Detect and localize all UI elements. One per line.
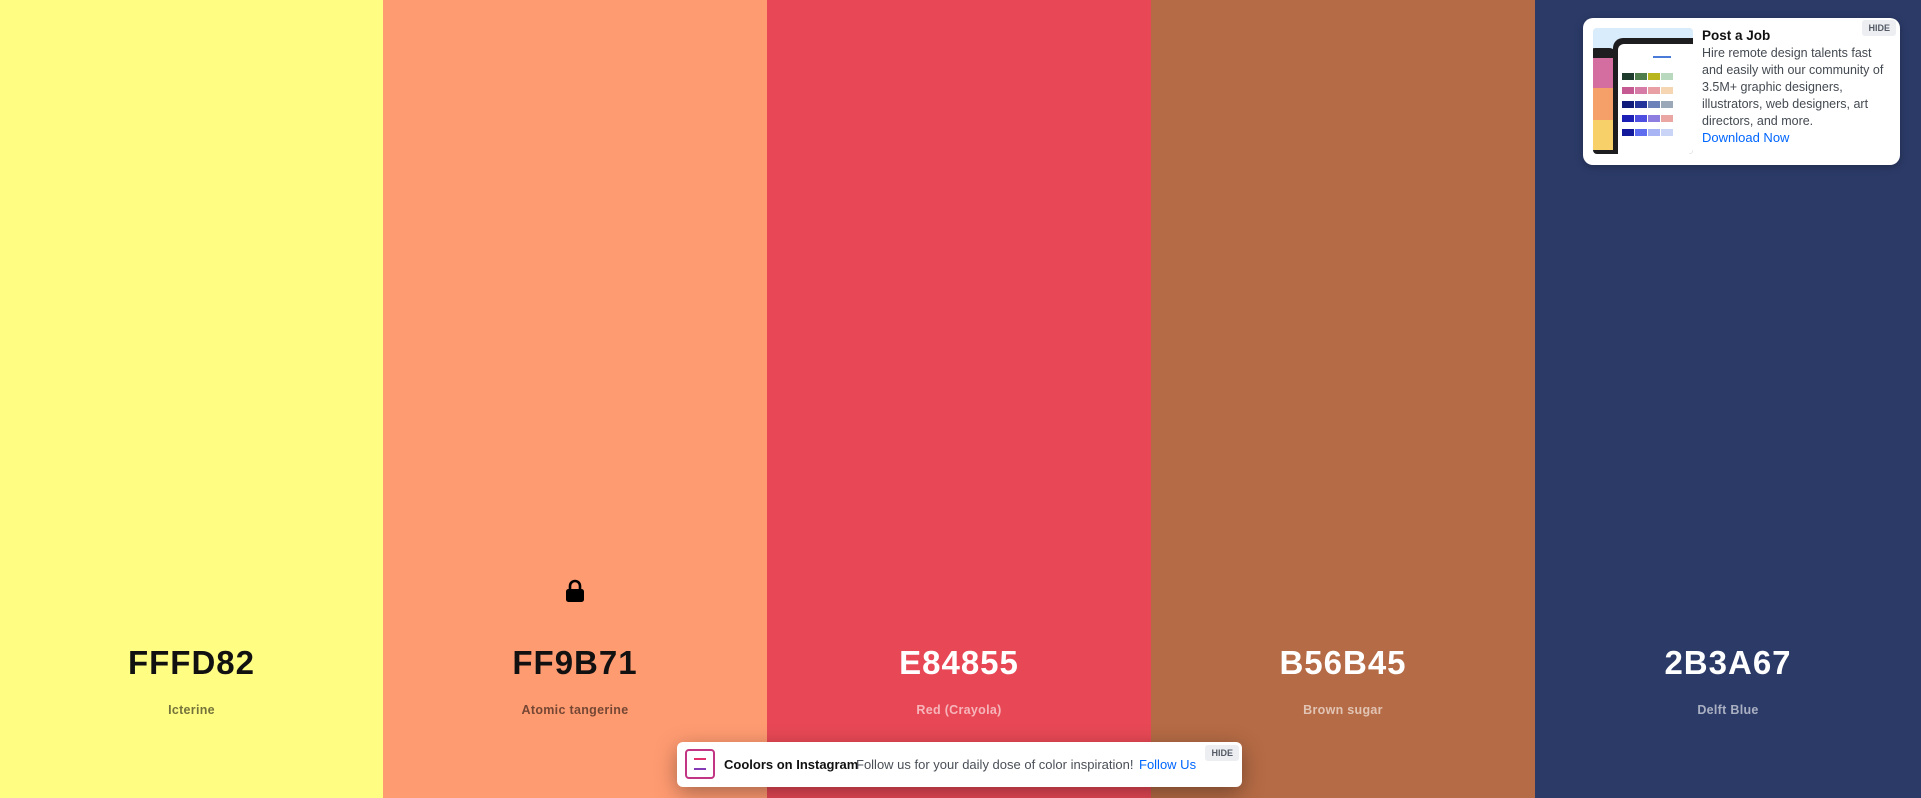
phone-mockup-icon [1593,28,1693,154]
color-hex[interactable]: FFFD82 [0,644,383,682]
color-swatch-1[interactable]: FFFD82 Icterine [0,0,383,798]
follow-us-link[interactable]: Follow Us [1139,757,1196,772]
ad-thumbnail-image[interactable] [1593,28,1693,154]
color-name[interactable]: Brown sugar [1151,703,1535,717]
color-swatch-4[interactable]: B56B45 Brown sugar [1151,0,1535,798]
ad-title[interactable]: Post a Job [1702,28,1770,43]
color-hex[interactable]: 2B3A67 [1535,644,1921,682]
ad-description: Hire remote design talents fast and easi… [1702,46,1884,128]
color-hex[interactable]: E84855 [767,644,1151,682]
lock-icon[interactable] [564,579,586,603]
color-name[interactable]: Delft Blue [1535,703,1921,717]
ad-hide-button[interactable]: HIDE [1862,20,1896,36]
color-hex[interactable]: B56B45 [1151,644,1535,682]
instagram-hide-button[interactable]: HIDE [1205,745,1239,761]
color-swatch-2[interactable]: FF9B71 Atomic tangerine [383,0,767,798]
color-name[interactable]: Icterine [0,703,383,717]
instagram-banner-title: Coolors on Instagram [724,757,859,772]
ad-download-link[interactable]: Download Now [1702,130,1789,145]
instagram-banner[interactable]: Coolors on Instagram Follow us for your … [677,742,1242,787]
ad-card[interactable]: Post a Job Hire remote design talents fa… [1583,18,1900,165]
color-name[interactable]: Atomic tangerine [383,703,767,717]
instagram-banner-text: Follow us for your daily dose of color i… [856,757,1134,772]
instagram-logo-icon [685,749,715,779]
color-hex[interactable]: FF9B71 [383,644,767,682]
color-swatch-3[interactable]: E84855 Red (Crayola) [767,0,1151,798]
color-name[interactable]: Red (Crayola) [767,703,1151,717]
